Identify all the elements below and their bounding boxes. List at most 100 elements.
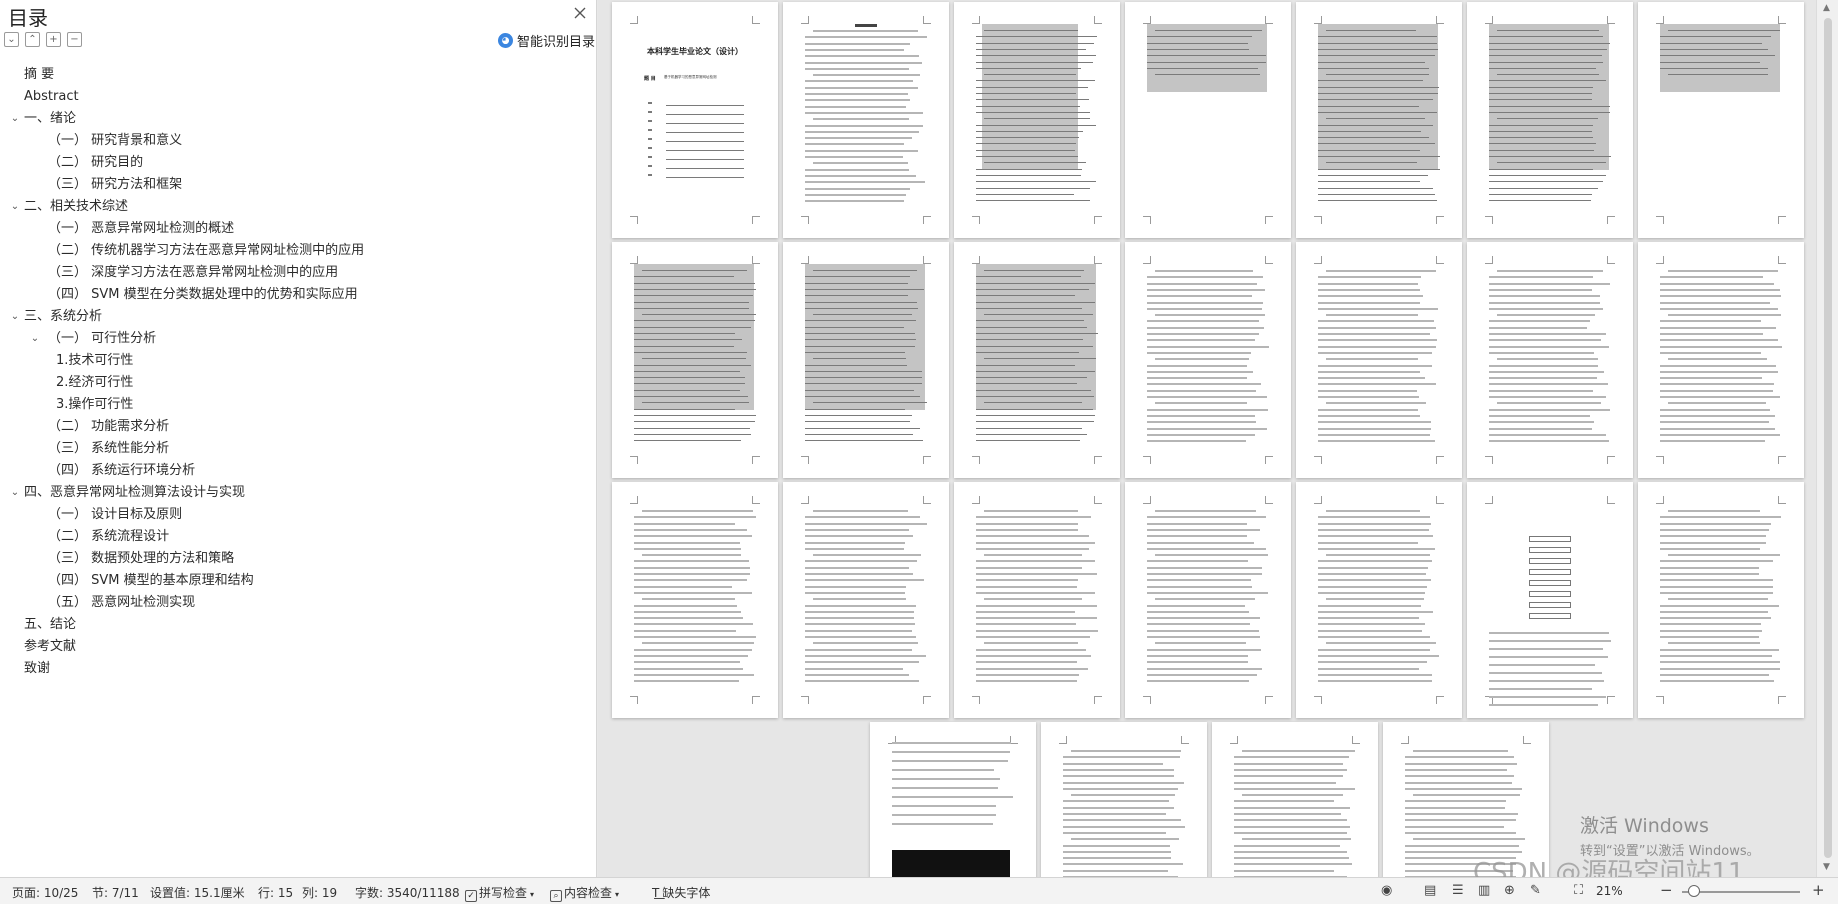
toc-item-label: 二、相关技术综述 [24, 199, 129, 214]
page-view-icon[interactable]: ▤ [1424, 883, 1436, 898]
toc-item[interactable]: （一） 研究背景和意义 [0, 130, 596, 152]
toc-item-label: （二） 功能需求分析 [48, 419, 170, 434]
expand-all-icon[interactable]: ⌄ [4, 32, 19, 47]
web-view-icon[interactable]: ⊕ [1504, 883, 1515, 898]
pen-icon[interactable]: ✎ [1530, 883, 1541, 898]
zoom-level[interactable]: 21% [1596, 884, 1623, 898]
toc-item[interactable]: 致谢 [0, 658, 596, 680]
toc-item[interactable]: Abstract [0, 86, 596, 108]
page-thumbnail[interactable] [612, 482, 778, 718]
cover-label: 题 目 [644, 76, 656, 82]
toc-item[interactable]: （一） 恶意异常网址检测的概述 [0, 218, 596, 240]
page-thumbnail[interactable] [1296, 242, 1462, 478]
spellcheck-icon: ✓ [465, 890, 477, 902]
toc-item[interactable]: （三） 系统性能分析 [0, 438, 596, 460]
remove-heading-icon[interactable]: − [67, 32, 82, 47]
toc-item-label: 五、结论 [24, 617, 77, 632]
toc-item[interactable]: （二） 功能需求分析 [0, 416, 596, 438]
page-thumbnail[interactable] [1467, 482, 1633, 718]
toc-item-label: （二） 系统流程设计 [48, 529, 170, 544]
toc-item[interactable]: （四） 系统运行环境分析 [0, 460, 596, 482]
page-thumbnail[interactable] [1383, 722, 1549, 877]
missing-font-button[interactable]: T͟ 缺失字体 [652, 884, 710, 901]
page-thumbnail[interactable] [1638, 2, 1804, 238]
outline-view-icon[interactable]: ☰ [1452, 883, 1464, 898]
page-thumbnail[interactable] [1638, 242, 1804, 478]
toc-item[interactable]: 五、结论 [0, 614, 596, 636]
missing-font-label: 缺失字体 [662, 886, 711, 900]
chevron-down-icon[interactable]: ⌄ [8, 482, 22, 504]
reading-view-icon[interactable]: ▥ [1478, 883, 1490, 898]
toc-item[interactable]: （二） 系统流程设计 [0, 526, 596, 548]
add-heading-icon[interactable]: + [46, 32, 61, 47]
document-canvas[interactable]: 本科学生毕业论文（设计） 题 目 基于机器学习的恶意异常网址检测 [598, 0, 1816, 877]
toc-item[interactable]: （一） 设计目标及原则 [0, 504, 596, 526]
toc-item[interactable]: ⌄ 一、绪论 [0, 108, 596, 130]
zoom-slider-thumb[interactable] [1688, 885, 1700, 897]
scroll-down-icon[interactable]: ▼ [1823, 862, 1830, 872]
page-thumbnail[interactable] [783, 2, 949, 238]
toc-item-label: （一） 研究背景和意义 [48, 133, 183, 148]
zoom-out-icon[interactable]: − [1660, 881, 1673, 899]
page-thumbnail[interactable] [1125, 482, 1291, 718]
page-thumbnail[interactable] [1296, 2, 1462, 238]
page-thumbnail[interactable] [1467, 2, 1633, 238]
page-thumbnail[interactable] [1125, 2, 1291, 238]
zoom-in-icon[interactable]: + [1812, 881, 1825, 899]
toc-item[interactable]: （二） 传统机器学习方法在恶意异常网址检测中的应用 [0, 240, 596, 262]
toc-item[interactable]: ⌄ （一） 可行性分析 [0, 328, 596, 350]
scroll-up-icon[interactable]: ▲ [1823, 3, 1830, 13]
page-indicator[interactable]: 页面: 10/25 [12, 884, 78, 901]
eye-protection-icon[interactable]: ◉ [1381, 883, 1392, 898]
toc-item[interactable]: （四） SVM 模型的基本原理和结构 [0, 570, 596, 592]
page-thumbnail[interactable] [1638, 482, 1804, 718]
toc-item[interactable]: （三） 研究方法和框架 [0, 174, 596, 196]
chevron-down-icon[interactable]: ⌄ [8, 196, 22, 218]
chevron-down-icon: ▾ [530, 890, 535, 899]
page-thumbnail[interactable] [954, 2, 1120, 238]
toc-item[interactable]: ⌄ 二、相关技术综述 [0, 196, 596, 218]
setting-value[interactable]: 设置值: 15.1厘米 [150, 884, 245, 901]
page-thumbnail[interactable] [1296, 482, 1462, 718]
page-thumbnail[interactable] [1212, 722, 1378, 877]
chevron-down-icon[interactable]: ⌄ [8, 108, 22, 130]
scrollbar-thumb[interactable] [1824, 18, 1832, 858]
close-icon[interactable] [571, 4, 589, 22]
page-thumbnail[interactable] [1041, 722, 1207, 877]
chevron-down-icon[interactable]: ⌄ [28, 328, 42, 350]
word-count[interactable]: 字数: 3540/11188 [355, 884, 460, 901]
page-thumbnail[interactable] [870, 722, 1036, 877]
toc-item[interactable]: 1.技术可行性 [0, 350, 596, 372]
toc-item[interactable]: ⌄ 四、恶意异常网址检测算法设计与实现 [0, 482, 596, 504]
page-thumbnail[interactable] [1467, 242, 1633, 478]
smart-toc-button[interactable]: ◕ 智能识别目录 [498, 31, 595, 50]
page-thumbnail[interactable] [783, 242, 949, 478]
fit-page-icon[interactable]: ⛶ [1574, 883, 1583, 898]
toc-item[interactable]: 3.操作可行性 [0, 394, 596, 416]
content-check-button[interactable]: ⌕ 内容检查 ▾ [550, 884, 619, 902]
page-thumbnail[interactable] [783, 482, 949, 718]
toc-item[interactable]: 摘 要 [0, 64, 596, 86]
toc-item-label: 摘 要 [24, 67, 55, 82]
toc-item-label: 参考文献 [24, 639, 77, 654]
page-thumbnail[interactable]: 本科学生毕业论文（设计） 题 目 基于机器学习的恶意异常网址检测 [612, 2, 778, 238]
spellcheck-button[interactable]: ✓ 拼写检查 ▾ [465, 884, 534, 902]
toc-item[interactable]: 2.经济可行性 [0, 372, 596, 394]
collapse-all-icon[interactable]: ⌃ [25, 32, 40, 47]
toc-item[interactable]: ⌄ 三、系统分析 [0, 306, 596, 328]
toc-item-label: （二） 研究目的 [48, 155, 144, 170]
toc-item[interactable]: （三） 数据预处理的方法和策略 [0, 548, 596, 570]
vertical-scrollbar[interactable]: ▲ ▼ [1816, 0, 1838, 877]
toc-item[interactable]: （五） 恶意网址检测实现 [0, 592, 596, 614]
section-indicator[interactable]: 节: 7/11 [92, 884, 139, 901]
toc-item-label: 致谢 [24, 661, 51, 676]
page-thumbnail[interactable] [954, 482, 1120, 718]
toc-item[interactable]: 参考文献 [0, 636, 596, 658]
toc-item[interactable]: （三） 深度学习方法在恶意异常网址检测中的应用 [0, 262, 596, 284]
page-thumbnail[interactable] [612, 242, 778, 478]
page-thumbnail[interactable] [1125, 242, 1291, 478]
toc-item[interactable]: （二） 研究目的 [0, 152, 596, 174]
page-thumbnail[interactable] [954, 242, 1120, 478]
toc-item[interactable]: （四） SVM 模型在分类数据处理中的优势和实际应用 [0, 284, 596, 306]
chevron-down-icon[interactable]: ⌄ [8, 306, 22, 328]
